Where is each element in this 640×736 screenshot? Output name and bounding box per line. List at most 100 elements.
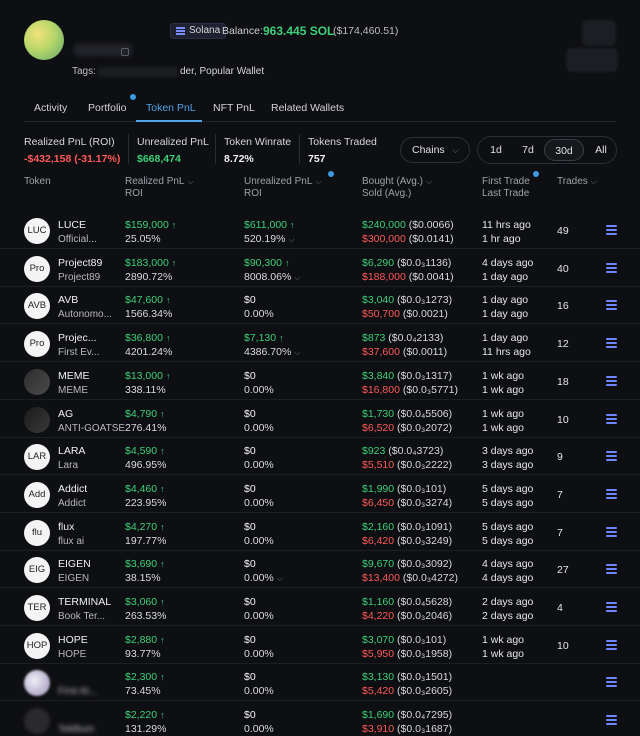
token-symbol[interactable]: TERMINAL xyxy=(58,596,111,609)
wallet-header: Solana Balance: 963.445 SOL ($174,460.51… xyxy=(0,0,640,92)
table-row[interactable]: MEME MEME $13,000 ↑ 338.11% $0 0.00% $3,840 ($0… xyxy=(0,363,640,400)
transactions-icon[interactable] xyxy=(606,414,617,424)
arrow-up-icon: ↑ xyxy=(279,333,284,343)
transactions-icon[interactable] xyxy=(606,225,617,235)
token-symbol[interactable]: AG xyxy=(58,408,73,421)
range-30d-button[interactable]: 30d xyxy=(544,139,584,161)
first-trade: 1 day ago xyxy=(482,294,529,306)
chevron-down-icon[interactable]: ⌵ xyxy=(277,574,283,583)
bought-amount: $923 ($0.0₄3723) xyxy=(362,445,443,458)
sold-value: $188,000 xyxy=(362,271,406,283)
bought-avg-price: ($0.0₄7295) xyxy=(397,709,453,721)
token-symbol[interactable]: Project89 xyxy=(58,257,102,270)
trade-count: 10 xyxy=(557,414,569,426)
realized-pnl-value: $2,880 xyxy=(125,634,158,646)
transactions-icon[interactable] xyxy=(606,263,617,273)
col-realized[interactable]: Realized PnL ⌵ ROI xyxy=(125,176,194,200)
trade-count: 16 xyxy=(557,300,569,312)
arrow-up-icon: ↑ xyxy=(160,559,165,569)
token-avatar xyxy=(24,369,50,395)
unrealized-roi-value: 0.00% xyxy=(244,384,274,396)
token-symbol[interactable]: AVB xyxy=(58,294,78,307)
tab-related-wallets[interactable]: Related Wallets xyxy=(271,102,344,114)
last-trade: 11 hrs ago xyxy=(482,346,531,358)
transactions-icon[interactable] xyxy=(606,564,617,574)
token-avatar: Pro xyxy=(24,256,50,282)
table-row[interactable]: AG ANTI-GOATSE $4,790 ↑ 276.41% $0 0.00% $1,730… xyxy=(0,401,640,438)
transactions-icon[interactable] xyxy=(606,715,617,725)
unrealized-roi: 0.00% xyxy=(244,384,274,397)
unrealized-pnl-value: $611,000 xyxy=(244,219,288,231)
tab-token-pnl[interactable]: Token PnL xyxy=(146,102,196,114)
table-row[interactable]: Pro Project89 Project89 $183,000 ↑ 2890.72% $9… xyxy=(0,250,640,287)
first-trade: 4 days ago xyxy=(482,257,534,269)
token-symbol[interactable]: LUCE xyxy=(58,219,86,232)
stat-divider xyxy=(215,134,216,164)
table-row[interactable]: AVB AVB Autonomo... $47,600 ↑ 1566.34% $0 0.00%… xyxy=(0,287,640,324)
unrealized-pnl: $0 xyxy=(244,483,256,496)
table-row[interactable]: First AI... $2,300 ↑ 73.45% $0 0.00% $3,130 ($… xyxy=(0,664,640,701)
token-symbol[interactable]: LARA xyxy=(58,445,85,458)
table-row[interactable]: Add Addict Addict $4,460 ↑ 223.95% $0 0.00% $1,9… xyxy=(0,476,640,513)
table-row[interactable]: LUC LUCE Official... $159,000 ↑ 25.05% $611,00… xyxy=(0,212,640,249)
transactions-icon[interactable] xyxy=(606,602,617,612)
table-row[interactable]: Pro Projec... First Ev... $36,800 ↑ 4201.24% $… xyxy=(0,325,640,362)
token-symbol[interactable]: EIGEN xyxy=(58,558,91,571)
col-trade-times[interactable]: First Trade Last Trade xyxy=(482,176,530,200)
tab-activity[interactable]: Activity xyxy=(34,102,67,114)
col-trades[interactable]: Trades ⌵ xyxy=(557,176,597,188)
table-row[interactable]: LAR LARA Lara $4,590 ↑ 496.95% $0 0.00% $923 ($0… xyxy=(0,438,640,475)
tags-label: Tags: xyxy=(72,66,96,77)
token-symbol[interactable]: flux xyxy=(58,521,74,534)
copy-icon[interactable] xyxy=(121,48,129,56)
balance-label: Balance: xyxy=(222,25,263,37)
token-winrate-label: Token Winrate xyxy=(224,136,292,148)
sold-value: $6,520 xyxy=(362,422,395,434)
transactions-icon[interactable] xyxy=(606,376,617,386)
chevron-down-icon[interactable]: ⌵ xyxy=(288,235,294,244)
stat-divider xyxy=(128,134,129,164)
transactions-icon[interactable] xyxy=(606,677,617,687)
token-symbol[interactable]: Addict xyxy=(58,483,87,496)
token-name: Tekllium xyxy=(58,724,95,735)
col-bought-sold[interactable]: Bought (Avg.) ⌵ Sold (Avg.) xyxy=(362,176,432,200)
table-row[interactable]: HOP HOPE HOPE $2,880 ↑ 93.77% $0 0.00% $3,070 ($… xyxy=(0,627,640,664)
header-action-button[interactable] xyxy=(582,20,616,46)
token-symbol[interactable]: HOPE xyxy=(58,634,88,647)
transactions-icon[interactable] xyxy=(606,338,617,348)
chains-dropdown[interactable]: Chains ⌵ xyxy=(400,137,470,163)
unrealized-roi-value: 520.19% xyxy=(244,233,286,245)
col-unrealized[interactable]: Unrealized PnL ⌵ ROI xyxy=(244,176,321,200)
table-row[interactable]: Tekllium $2,220 ↑ 131.29% $0 0.00% $1,690 ($0.… xyxy=(0,702,640,736)
table-row[interactable]: flu flux flux ai $4,270 ↑ 197.77% $0 0.00% $2,16… xyxy=(0,514,640,551)
token-symbol[interactable]: Projec... xyxy=(58,332,97,345)
bought-value: $240,000 xyxy=(362,219,406,231)
table-row[interactable]: TER TERMINAL Book Ter... $3,060 ↑ 263.53% $0 0.… xyxy=(0,589,640,626)
arrow-up-icon: ↑ xyxy=(165,371,171,381)
header-follow-button[interactable] xyxy=(566,48,618,72)
unrealized-pnl-value: $0 xyxy=(244,634,256,646)
range-all-button[interactable]: All xyxy=(588,139,614,161)
sold-amount: $6,520 ($0.0₃2072) xyxy=(362,422,452,435)
chevron-down-icon[interactable]: ⌵ xyxy=(294,348,300,357)
realized-pnl-value: $47,600 xyxy=(125,294,163,306)
range-1d-button[interactable]: 1d xyxy=(484,139,508,161)
realized-pnl-value: $159,000 xyxy=(125,219,169,231)
chevron-down-icon[interactable]: ⌵ xyxy=(294,273,300,282)
stat-divider xyxy=(299,134,300,164)
tab-portfolio[interactable]: Portfolio xyxy=(88,102,127,114)
tab-nft-pnl[interactable]: NFT PnL xyxy=(213,102,255,114)
transactions-icon[interactable] xyxy=(606,640,617,650)
realized-pnl: $13,000 ↑ xyxy=(125,370,170,383)
transactions-icon[interactable] xyxy=(606,300,617,310)
realized-pnl: $159,000 ↑ xyxy=(125,219,176,232)
range-7d-button[interactable]: 7d xyxy=(516,139,540,161)
transactions-icon[interactable] xyxy=(606,489,617,499)
token-symbol[interactable]: MEME xyxy=(58,370,90,383)
table-row[interactable]: EIG EIGEN EIGEN $3,690 ↑ 38.15% $0 0.00% ⌵ $9,670… xyxy=(0,551,640,588)
unrealized-pnl-value: $0 xyxy=(244,558,256,570)
transactions-icon[interactable] xyxy=(606,527,617,537)
last-trade: 1 hr ago xyxy=(482,233,521,245)
token-avatar xyxy=(24,407,50,433)
transactions-icon[interactable] xyxy=(606,451,617,461)
